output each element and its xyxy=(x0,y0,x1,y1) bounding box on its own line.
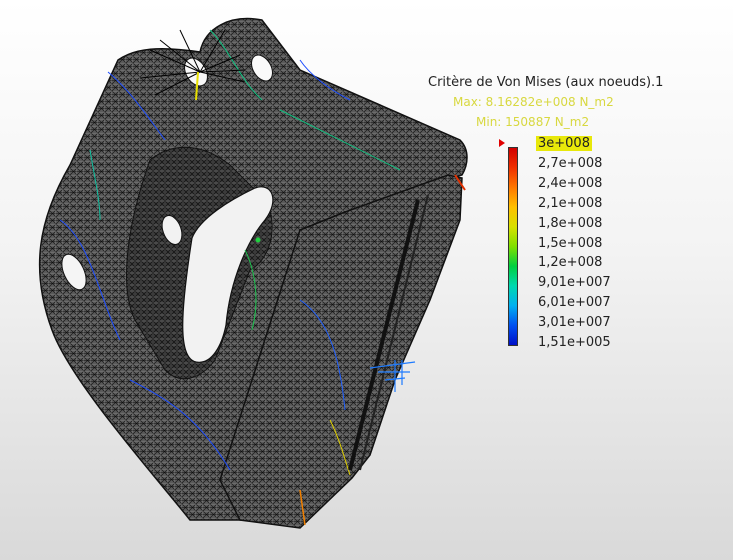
part-model[interactable] xyxy=(38,17,468,529)
probe-point-icon xyxy=(255,237,261,243)
3d-viewport[interactable] xyxy=(0,0,733,560)
